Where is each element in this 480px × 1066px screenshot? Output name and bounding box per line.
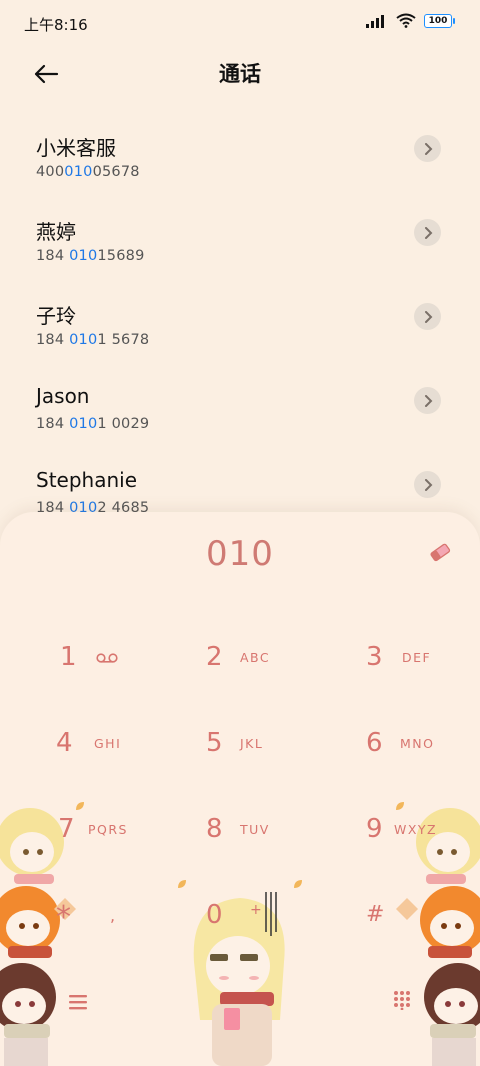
status-bar: 上午8:16 100	[0, 0, 480, 46]
menu-button[interactable]	[58, 982, 98, 1022]
dialed-number-display[interactable]: 010	[0, 534, 480, 574]
dial-key-7[interactable]: 7 PQRS	[40, 802, 190, 872]
key-letters: DEF	[402, 650, 432, 665]
key-letters: MNO	[400, 736, 435, 751]
key-digit: 3	[366, 642, 383, 672]
key-letters: +	[250, 902, 264, 918]
chevron-right-icon	[424, 394, 432, 407]
dial-key-star[interactable]: * ,	[40, 888, 190, 958]
status-time: 上午8:16	[24, 16, 88, 34]
contact-name: Stephanie	[36, 468, 138, 492]
key-digit: 6	[366, 728, 383, 758]
key-digit: 0	[206, 900, 223, 930]
contact-number: 184 01015689	[36, 248, 145, 264]
contact-name: 小米客服	[36, 136, 116, 160]
key-digit: 8	[206, 814, 223, 844]
page-title: 通话	[219, 62, 261, 86]
dial-key-4[interactable]: 4 GHI	[40, 716, 190, 786]
contact-detail-button[interactable]	[414, 471, 441, 498]
chevron-right-icon	[424, 478, 432, 491]
dial-key-9[interactable]: 9 WXYZ	[350, 802, 480, 872]
dial-key-8[interactable]: 8 TUV	[190, 802, 340, 872]
key-letters: WXYZ	[394, 822, 438, 837]
list-item[interactable]: Jason 184 0101 0029	[0, 370, 480, 454]
key-digit: 1	[60, 642, 77, 672]
key-digit: 5	[206, 728, 223, 758]
voicemail-icon	[96, 653, 118, 663]
key-digit: #	[366, 902, 385, 927]
chevron-right-icon	[424, 310, 432, 323]
key-digit: 7	[58, 814, 75, 844]
key-letters: ABC	[240, 650, 271, 665]
key-letters: ,	[110, 906, 117, 925]
contact-detail-button[interactable]	[414, 219, 441, 246]
battery-icon: 100	[424, 13, 455, 28]
delete-button[interactable]	[428, 540, 452, 564]
key-letters: TUV	[240, 822, 270, 837]
contact-name: Jason	[36, 384, 90, 408]
dial-key-2[interactable]: 2 ABC	[190, 630, 340, 700]
dial-key-6[interactable]: 6 MNO	[350, 716, 480, 786]
contact-number: 40001005678	[36, 164, 140, 180]
key-digit: 9	[366, 814, 383, 844]
key-digit: *	[56, 900, 71, 935]
contact-detail-button[interactable]	[414, 387, 441, 414]
key-digit: 4	[56, 728, 73, 758]
key-letters: GHI	[94, 736, 122, 751]
eraser-icon	[430, 543, 451, 562]
list-item[interactable]: 小米客服 40001005678	[0, 118, 480, 202]
status-icons: 100	[366, 13, 455, 28]
chevron-right-icon	[424, 226, 432, 239]
key-digit: 2	[206, 642, 223, 672]
contact-number: 184 0101 5678	[36, 332, 150, 348]
contact-results-list: 小米客服 40001005678 燕婷 184 01015689 子玲 184 …	[0, 118, 480, 538]
dialpad-toggle-button[interactable]	[382, 980, 422, 1020]
contact-name: 燕婷	[36, 220, 76, 244]
chevron-right-icon	[424, 142, 432, 155]
dial-key-5[interactable]: 5 JKL	[190, 716, 340, 786]
dial-key-0[interactable]: 0 +	[190, 888, 340, 958]
dial-key-hash[interactable]: #	[350, 888, 480, 958]
wifi-icon	[396, 13, 416, 28]
dialpad-panel: 010 1 2 ABC 3 DEF 4 GHI 5 JKL 6 MNO 7 PQ…	[0, 512, 480, 1066]
dialpad-icon	[394, 991, 410, 1010]
list-item[interactable]: 子玲 184 0101 5678	[0, 286, 480, 370]
dial-key-3[interactable]: 3 DEF	[350, 630, 480, 700]
contact-detail-button[interactable]	[414, 135, 441, 162]
signal-icon	[366, 14, 384, 28]
list-item[interactable]: 燕婷 184 01015689	[0, 202, 480, 286]
menu-icon	[69, 995, 87, 1010]
contact-name: 子玲	[36, 304, 76, 328]
key-letters: JKL	[240, 736, 264, 751]
contact-number: 184 0101 0029	[36, 416, 150, 432]
key-letters: PQRS	[88, 822, 128, 837]
contact-detail-button[interactable]	[414, 303, 441, 330]
header: 通话	[0, 46, 480, 102]
dial-key-1[interactable]: 1	[40, 630, 190, 700]
